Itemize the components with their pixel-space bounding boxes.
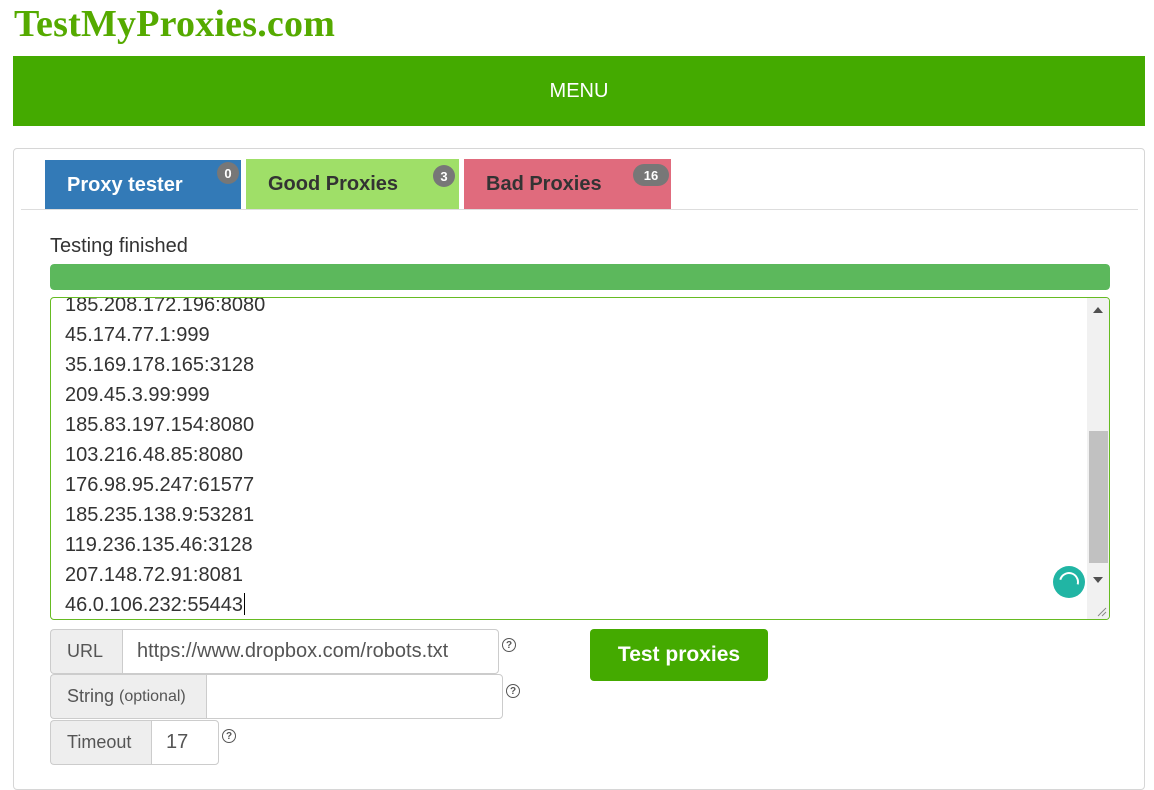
proxy-line: 185.83.197.154:8080 <box>65 414 255 436</box>
tab-label: Proxy tester <box>67 173 183 196</box>
proxy-line: 185.208.172.196:8080 <box>65 297 266 316</box>
test-proxies-button[interactable]: Test proxies <box>590 629 768 681</box>
proxy-line: 46.0.106.232:55443 <box>65 593 245 616</box>
tab-label: Bad Proxies <box>486 173 602 195</box>
count-badge: 3 <box>433 165 455 187</box>
status-text: Testing finished <box>50 235 188 257</box>
textarea-scrollbar[interactable] <box>1087 298 1109 619</box>
string-label-text: String <box>67 686 115 706</box>
url-input-group: URL https://www.dropbox.com/robots.txt <box>50 629 499 674</box>
timeout-input[interactable]: 17 <box>151 720 219 765</box>
proxy-line: 103.216.48.85:8080 <box>65 444 243 466</box>
proxy-line: 209.45.3.99:999 <box>65 384 210 406</box>
count-badge: 0 <box>217 162 239 184</box>
tab-good-proxies[interactable]: Good Proxies 3 <box>246 159 459 210</box>
proxy-line: 45.174.77.1:999 <box>65 324 210 346</box>
timeout-input-group: Timeout 17 <box>50 720 219 765</box>
progress-fill <box>50 264 1110 290</box>
resize-grip-icon[interactable] <box>1095 605 1107 617</box>
string-label: String (optional) <box>50 674 206 719</box>
progress-bar <box>50 264 1110 290</box>
url-label: URL <box>50 629 122 674</box>
proxy-line: 35.169.178.165:3128 <box>65 354 255 376</box>
count-badge: 16 <box>633 164 669 186</box>
menu-label: MENU <box>549 79 609 102</box>
url-help-icon[interactable]: ? <box>502 638 516 652</box>
string-input[interactable] <box>206 674 503 719</box>
proxy-line: 176.98.95.247:61577 <box>65 474 255 496</box>
proxy-line: 119.236.135.46:3128 <box>65 534 253 556</box>
scroll-up-arrow-icon[interactable] <box>1093 307 1103 313</box>
scroll-down-arrow-icon[interactable] <box>1093 577 1103 583</box>
site-logo[interactable]: TestMyProxies.com <box>14 2 335 46</box>
tab-divider <box>21 209 1138 210</box>
spinner-arc <box>1055 568 1083 596</box>
grammarly-icon[interactable] <box>1053 566 1085 598</box>
text-caret <box>243 593 245 615</box>
tab-label: Good Proxies <box>268 173 399 195</box>
scrollbar-thumb[interactable] <box>1089 431 1108 563</box>
timeout-help-icon[interactable]: ? <box>222 729 236 743</box>
proxy-lines: 185.208.172.196:8080 45.174.77.1:999 35.16… <box>65 297 266 619</box>
proxy-tester-panel: Proxy tester 0 Good Proxies 3 Bad Proxie… <box>13 148 1145 790</box>
timeout-label: Timeout <box>50 720 151 765</box>
tab-bad-proxies[interactable]: Bad Proxies 16 <box>464 159 671 210</box>
tab-proxy-tester[interactable]: Proxy tester 0 <box>45 160 241 210</box>
proxy-line: 185.235.138.9:53281 <box>65 504 255 526</box>
url-input[interactable]: https://www.dropbox.com/robots.txt <box>122 629 499 674</box>
proxy-line: 207.148.72.91:8081 <box>65 564 243 586</box>
string-optional-hint: (optional) <box>119 687 186 705</box>
proxy-list-textarea[interactable]: 185.208.172.196:8080 45.174.77.1:999 35.16… <box>50 297 1110 620</box>
string-help-icon[interactable]: ? <box>506 684 520 698</box>
menu-bar[interactable]: MENU <box>13 56 1145 126</box>
string-input-group: String (optional) <box>50 674 503 719</box>
